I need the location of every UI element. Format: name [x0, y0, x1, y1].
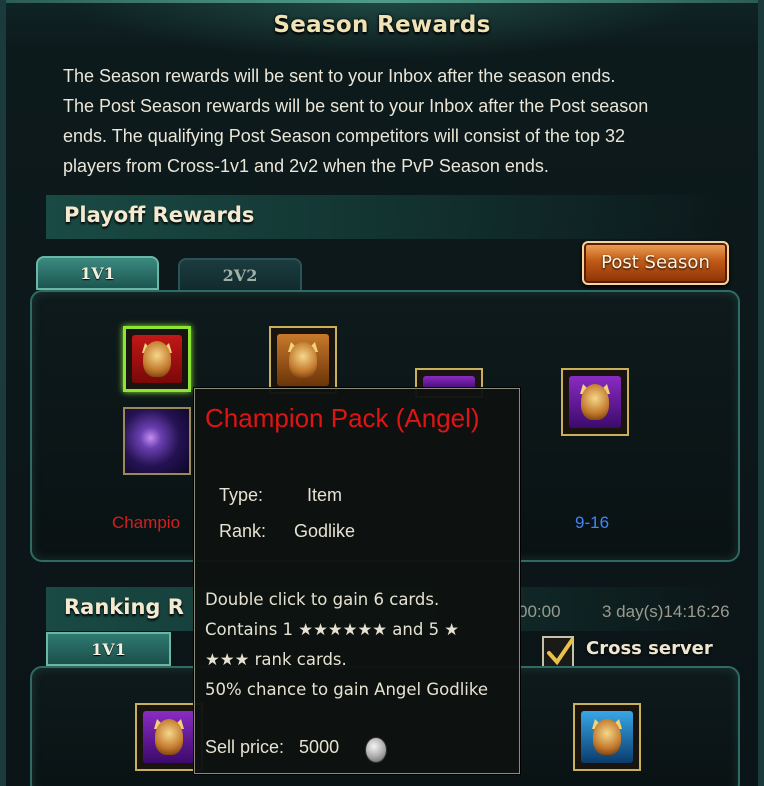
intro-line-3: ends. The qualifying Post Season competi… [63, 126, 625, 146]
playoff-title: Playoff Rewards [64, 203, 255, 227]
tab-1v1[interactable]: 1V1 [36, 256, 159, 290]
galaxy-item[interactable] [123, 407, 191, 475]
tooltip-sell-label: Sell price: [205, 737, 285, 757]
ranking-pack-card-icon-2 [581, 711, 633, 763]
tooltip-type-value: Item [307, 485, 343, 505]
tooltip-description: Double click to gain 6 cards. Contains 1… [205, 585, 511, 705]
timer-1: 00:00 [518, 602, 561, 621]
tooltip-desc-2: Contains 1 ★★★★★★ and 5 ★ [205, 620, 460, 639]
ranking-title: Ranking R [64, 595, 184, 619]
champion-pack-card-icon [132, 335, 182, 383]
playoff-header: Playoff Rewards [46, 195, 726, 239]
item-tooltip: Champion Pack (Angel) Type: Item Rank: G… [194, 388, 520, 774]
tooltip-type-label: Type: [219, 485, 264, 505]
ranking-pack-card-icon-1 [143, 711, 195, 763]
champion-pack-item[interactable] [123, 326, 191, 392]
runner-up-pack-item[interactable] [269, 326, 337, 394]
intro-text: The Season rewards will be sent to your … [63, 61, 743, 181]
intro-line-2: The Post Season rewards will be sent to … [63, 96, 649, 116]
runner-up-pack-card-icon [277, 334, 329, 386]
champion-label: Champio [112, 513, 181, 532]
tooltip-sell-row: Sell price: 5000 [205, 737, 339, 758]
rank-9-16-label: 9-16 [575, 513, 610, 532]
cross-server-label: Cross server [586, 638, 713, 659]
top16-pack-item[interactable] [561, 368, 629, 436]
tooltip-rank-value: Godlike [294, 521, 356, 541]
silver-coin-icon [365, 737, 387, 763]
tooltip-sell-value: 5000 [299, 737, 340, 757]
ranking-pack-item-2[interactable] [573, 703, 641, 771]
tooltip-desc-3: ★★★ rank cards. [205, 650, 347, 669]
season-rewards-window: Season Rewards The Season rewards will b… [0, 0, 764, 786]
tooltip-title: Champion Pack (Angel) [205, 403, 480, 433]
intro-line-4: players from Cross-1v1 and 2v2 when the … [63, 156, 549, 176]
timer-2: 3 day(s)14:16:26 [602, 602, 730, 621]
window-title: Season Rewards [273, 12, 491, 38]
tooltip-rank-label: Rank: [219, 521, 267, 541]
cross-server-checkbox[interactable] [542, 636, 574, 668]
tooltip-desc-4: 50% chance to gain Angel Godlike [205, 680, 489, 699]
post-season-button[interactable]: Post Season [582, 241, 729, 285]
checkmark-icon [547, 638, 574, 666]
galaxy-icon [125, 409, 189, 473]
ranking-pack-item-1[interactable] [135, 703, 203, 771]
tooltip-desc-1: Double click to gain 6 cards. [205, 590, 440, 609]
tooltip-rank-row: Rank: Godlike [219, 521, 355, 542]
tab-2v2[interactable]: 2V2 [178, 258, 302, 292]
top16-pack-card-icon [569, 376, 621, 428]
tooltip-type-row: Type: Item [219, 485, 342, 506]
intro-line-1: The Season rewards will be sent to your … [63, 66, 616, 86]
ranking-tab-1v1[interactable]: 1V1 [46, 632, 171, 666]
